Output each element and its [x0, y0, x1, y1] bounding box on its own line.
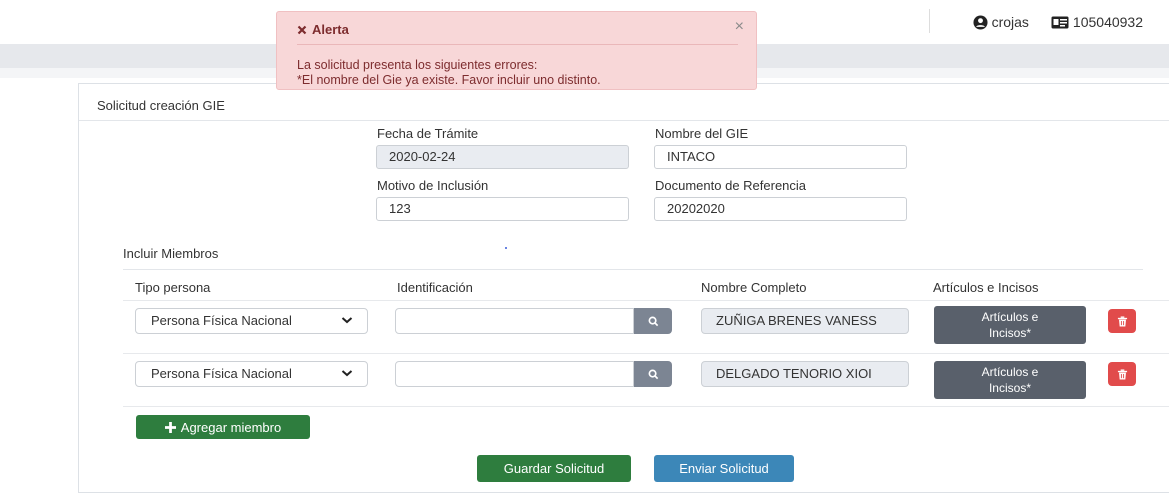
alert-title-text: Alerta [312, 22, 349, 37]
trash-icon [1117, 315, 1127, 327]
alert-line-1: La solicitud presenta los siguientes err… [297, 58, 538, 72]
row-divider [123, 406, 1169, 407]
tipo-persona-select[interactable]: Persona Física Nacional [135, 308, 368, 334]
motivo-input[interactable]: 123 [376, 197, 629, 221]
search-button[interactable] [634, 308, 672, 334]
id-card-icon [1051, 16, 1069, 28]
row-divider [123, 353, 1169, 354]
tipo-persona-select[interactable]: Persona Física Nacional [135, 361, 368, 387]
nombre-completo-field: ZUÑIGA BRENES VANESS [701, 308, 909, 334]
save-request-button[interactable]: Guardar Solicitud [477, 455, 631, 482]
username: crojas [991, 14, 1029, 30]
search-button[interactable] [634, 361, 672, 387]
articulos-button[interactable]: Artículos e Incisos* [934, 306, 1086, 344]
plus-icon [164, 421, 176, 433]
articulos-label-2: Incisos* [988, 381, 1031, 395]
alert-message: La solicitud presenta los siguientes err… [297, 58, 601, 88]
search-icon [648, 369, 658, 379]
chevron-down-icon [341, 370, 353, 377]
error-alert: Alerta × La solicitud presenta los sigui… [276, 11, 757, 90]
nombre-gie-input[interactable]: INTACO [654, 145, 907, 169]
alert-close-button[interactable]: × [735, 18, 744, 36]
card-divider [79, 120, 1169, 121]
motivo-label: Motivo de Inclusión [377, 178, 489, 193]
documento-label: Documento de Referencia [655, 178, 807, 193]
close-x-icon [297, 25, 307, 34]
articulos-label-2: Incisos* [988, 326, 1031, 340]
header-nombre-completo: Nombre Completo [701, 280, 807, 295]
nombre-gie-label: Nombre del GIE [655, 126, 749, 141]
identificacion-input[interactable] [395, 361, 634, 387]
add-member-label: Agregar miembro [180, 419, 282, 435]
documento-input[interactable]: 20202020 [654, 197, 907, 221]
tipo-persona-value: Persona Física Nacional [151, 313, 292, 328]
fecha-label: Fecha de Trámite [377, 126, 479, 141]
decorative-dot [505, 247, 507, 249]
alert-title: Alerta [297, 22, 349, 37]
header-articulos: Artículos e Incisos [933, 280, 1039, 295]
chevron-down-icon [341, 317, 353, 324]
fecha-field: 2020-02-24 [376, 145, 629, 169]
header-tipo-persona: Tipo persona [135, 280, 211, 295]
user-menu[interactable]: crojas [973, 14, 1029, 30]
members-divider [123, 269, 1143, 270]
articulos-button[interactable]: Artículos e Incisos* [934, 361, 1086, 399]
table-header-line [123, 300, 1169, 301]
nombre-completo-field: DELGADO TENORIO XIOI [701, 361, 909, 387]
id-number: 105040932 [1072, 14, 1143, 30]
articulos-label-1: Artículos e [981, 365, 1039, 379]
identificacion-input[interactable] [395, 308, 634, 334]
articulos-label-1: Artículos e [981, 310, 1039, 324]
id-card-info[interactable]: 105040932 [1051, 14, 1143, 30]
send-request-button[interactable]: Enviar Solicitud [654, 455, 794, 482]
trash-icon [1117, 368, 1127, 380]
add-member-button[interactable]: Agregar miembro [136, 415, 310, 439]
tipo-persona-value: Persona Física Nacional [151, 366, 292, 381]
user-area: crojas 105040932 [928, 9, 1143, 33]
header-divider [928, 9, 930, 33]
alert-divider [297, 44, 738, 45]
search-icon [648, 316, 658, 326]
request-card: Solicitud creación GIE Fecha de Trámite … [78, 83, 1169, 493]
user-icon [973, 14, 988, 30]
members-title: Incluir Miembros [123, 246, 219, 261]
alert-line-2: *El nombre del Gie ya existe. Favor incl… [297, 73, 601, 87]
delete-button[interactable] [1108, 309, 1136, 333]
delete-button[interactable] [1108, 362, 1136, 386]
header-identificacion: Identificación [397, 280, 473, 295]
card-title: Solicitud creación GIE [97, 98, 225, 113]
